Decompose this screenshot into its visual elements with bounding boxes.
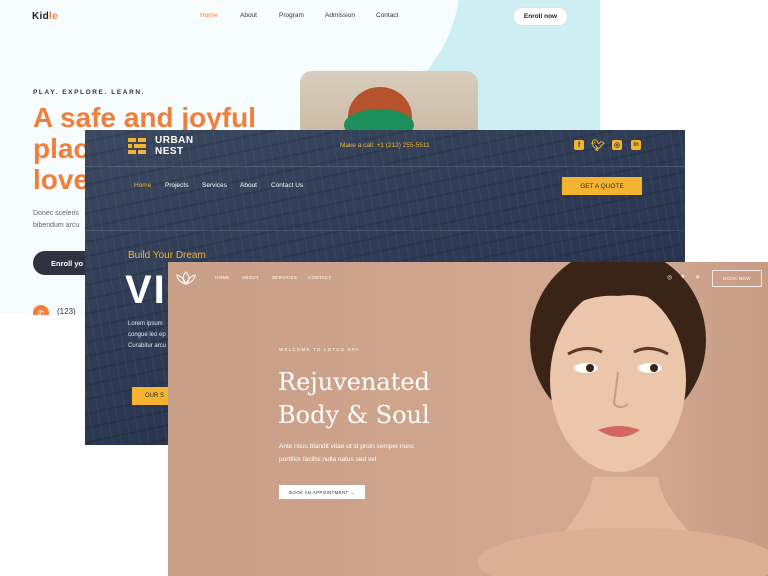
kidle-phone[interactable]: (123) (57, 307, 76, 315)
description-line: porttitor facilisi nulla natus sed vel (279, 456, 377, 463)
facebook-icon[interactable]: ● (681, 274, 685, 280)
lotus-icon[interactable] (176, 271, 196, 285)
divider (85, 230, 685, 231)
instagram-icon[interactable]: ◎ (612, 140, 622, 150)
description-line: bibendum arcu (33, 222, 80, 229)
lotus-nav-about[interactable]: ABOUT (242, 275, 259, 280)
hero-portrait (478, 262, 768, 576)
enroll-now-button[interactable]: Enroll now (513, 7, 568, 26)
brick-logo-icon (128, 138, 146, 154)
book-now-button[interactable]: BOOK NOW (712, 270, 762, 287)
lotus-description: Ante risus blandit vitae ut id proin sem… (279, 440, 449, 466)
kidle-description: Donec sceleris bibendum arcu (33, 208, 93, 232)
call-number[interactable]: Make a call: +1 (212) 255-5511 (340, 142, 430, 149)
description-line: Lorem ipsum (128, 321, 163, 327)
kidle-nav-home[interactable]: Home (200, 12, 217, 19)
kidle-nav-program[interactable]: Program (279, 12, 304, 19)
facebook-icon[interactable]: f (574, 140, 584, 150)
divider (85, 166, 685, 167)
headline-line: A safe and joyful (33, 102, 257, 133)
description-line: Donec sceleris (33, 210, 79, 217)
instagram-icon[interactable]: ◎ (667, 274, 672, 281)
urban-nav-contact[interactable]: Contact Us (271, 182, 303, 189)
kidle-eyebrow: PLAY. EXPLORE. LEARN. (33, 89, 146, 96)
get-a-quote-button[interactable]: GET A QUOTE (562, 177, 642, 195)
headline-line: Body & Soul (278, 401, 430, 429)
description-line: congue leo ep (128, 332, 166, 338)
kidle-nav-contact[interactable]: Contact (376, 12, 398, 19)
urban-nav-about[interactable]: About (240, 182, 257, 189)
lotus-nav-home[interactable]: HOME (215, 275, 230, 280)
lotus-nav-contact[interactable]: CONTACT (308, 275, 332, 280)
logo-line: NEST (155, 146, 184, 157)
urban-subtitle: Build Your Dream (128, 250, 206, 261)
description-line: Curabitur arcu (128, 343, 167, 349)
urban-nest-logo[interactable]: URBAN NEST (155, 135, 194, 157)
urban-nav-projects[interactable]: Projects (165, 182, 188, 189)
twitter-icon[interactable]: 🐦︎ (591, 140, 605, 152)
lotus-nav-services[interactable]: SERVICES (272, 275, 297, 280)
kidle-logo[interactable]: Kidle (32, 11, 58, 22)
urban-nav-services[interactable]: Services (202, 182, 227, 189)
urban-nav-home[interactable]: Home (134, 182, 151, 189)
headline-line: Rejuvenated (278, 368, 430, 396)
kidle-nav-admission[interactable]: Admission (325, 12, 355, 19)
phone-icon: ✆ (33, 305, 49, 315)
urban-headline: VI (125, 268, 167, 312)
logo-line: URBAN (155, 135, 194, 146)
kidle-nav-about[interactable]: About (240, 12, 257, 19)
twitter-icon[interactable]: ✦ (695, 274, 700, 281)
lotus-spa-website-card: HOME ABOUT SERVICES CONTACT ◎ ● ✦ BOOK N… (168, 262, 768, 576)
description-line: Ante risus blandit vitae ut id proin sem… (279, 443, 415, 450)
book-appointment-button[interactable]: BOOK AN APPOINTMENT → (279, 485, 365, 499)
lotus-headline: Rejuvenated Body & Soul (278, 366, 498, 432)
urban-description: Lorem ipsum congue leo ep Curabitur arcu (128, 319, 173, 352)
linkedin-icon[interactable]: in (631, 140, 641, 150)
lotus-eyebrow: WELCOME TO LOTUS SPA (279, 347, 360, 352)
